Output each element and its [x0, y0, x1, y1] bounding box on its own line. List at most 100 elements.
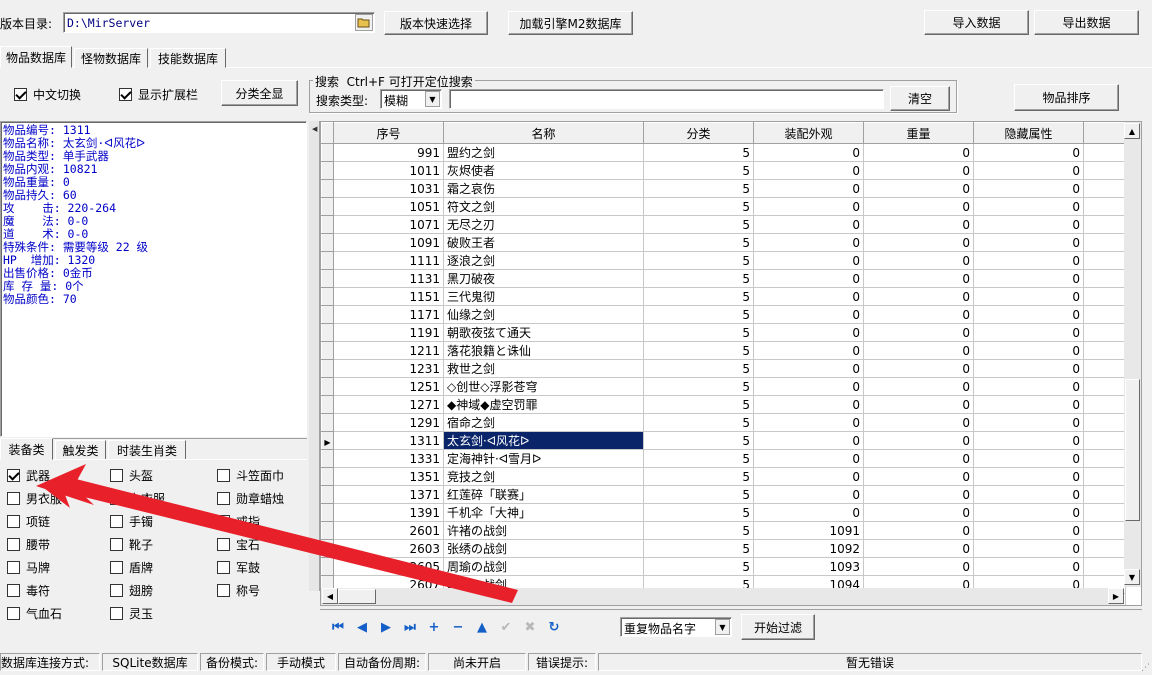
- delete-record-icon[interactable]: −: [446, 620, 470, 635]
- table-cell[interactable]: 1231: [333, 359, 444, 378]
- table-cell[interactable]: 0: [753, 161, 864, 180]
- table-row[interactable]: 1111 逐浪之剑 5 0 0 0: [321, 251, 1126, 270]
- table-cell[interactable]: 1092: [753, 539, 864, 558]
- item-name-cell[interactable]: 逐浪之剑: [443, 251, 644, 270]
- table-cell[interactable]: 5: [643, 323, 754, 342]
- tab-trigger[interactable]: 触发类: [55, 440, 106, 460]
- tab-equipment[interactable]: 装备类: [0, 438, 53, 460]
- table-cell[interactable]: 5: [643, 431, 754, 450]
- column-header[interactable]: 重量: [863, 122, 974, 144]
- table-row[interactable]: 1271 ◆神域◆虚空罚罪 5 0 0 0: [321, 395, 1126, 414]
- category-checkbox[interactable]: 翅膀: [110, 582, 153, 599]
- table-cell[interactable]: 5: [643, 557, 754, 576]
- cancel-record-icon[interactable]: ✖: [518, 620, 542, 635]
- table-cell[interactable]: 0: [973, 467, 1084, 486]
- table-cell[interactable]: 2601: [333, 521, 444, 540]
- table-cell[interactable]: 0: [863, 557, 974, 576]
- item-name-cell[interactable]: 周瑜の战剑: [443, 557, 644, 576]
- category-checkbox[interactable]: 军鼓: [217, 559, 260, 576]
- chevron-down-icon[interactable]: ▼: [425, 91, 440, 107]
- table-cell[interactable]: 5: [643, 449, 754, 468]
- table-cell[interactable]: 1351: [333, 467, 444, 486]
- table-cell[interactable]: 0: [973, 143, 1084, 162]
- table-cell[interactable]: 0: [863, 539, 974, 558]
- folder-browse-button[interactable]: [355, 14, 373, 31]
- table-cell[interactable]: 1311: [333, 431, 444, 450]
- table-cell[interactable]: 5: [643, 251, 754, 270]
- item-name-cell[interactable]: 破败王者: [443, 233, 644, 252]
- table-row[interactable]: 1391 千机伞「大神」 5 0 0 0: [321, 503, 1126, 522]
- table-row[interactable]: 1191 朝歌夜弦て通天 5 0 0 0: [321, 323, 1126, 342]
- splitter[interactable]: ◀: [309, 121, 320, 591]
- table-cell[interactable]: 1131: [333, 269, 444, 288]
- duplicate-filter-select[interactable]: 重复物品名字 ▼: [620, 617, 732, 637]
- column-header[interactable]: 分类: [643, 122, 754, 144]
- table-cell[interactable]: 0: [863, 521, 974, 540]
- table-row[interactable]: 1151 三代鬼彻 5 0 0 0: [321, 287, 1126, 306]
- tab-skills[interactable]: 技能数据库: [150, 48, 226, 68]
- item-name-cell[interactable]: 灰烬使者: [443, 161, 644, 180]
- table-cell[interactable]: 0: [753, 467, 864, 486]
- table-cell[interactable]: 0: [753, 359, 864, 378]
- start-filter-button[interactable]: 开始过滤: [741, 614, 815, 640]
- table-cell[interactable]: 0: [863, 503, 974, 522]
- table-cell[interactable]: 0: [973, 557, 1084, 576]
- table-cell[interactable]: 1091: [753, 521, 864, 540]
- chevron-down-icon[interactable]: ▼: [715, 619, 730, 635]
- table-cell[interactable]: 0: [863, 215, 974, 234]
- table-cell[interactable]: 0: [863, 395, 974, 414]
- table-cell[interactable]: 0: [973, 161, 1084, 180]
- table-cell[interactable]: 5: [643, 359, 754, 378]
- item-name-cell[interactable]: 定海神针·ᐊ雪月ᐅ: [443, 449, 644, 468]
- table-cell[interactable]: 0: [973, 269, 1084, 288]
- table-cell[interactable]: 0: [753, 305, 864, 324]
- table-cell[interactable]: 0: [863, 485, 974, 504]
- item-name-cell[interactable]: 黑刀破夜: [443, 269, 644, 288]
- table-cell[interactable]: 0: [863, 287, 974, 306]
- sort-button[interactable]: 物品排序: [1014, 84, 1119, 111]
- table-cell[interactable]: 0: [753, 287, 864, 306]
- show-all-button[interactable]: 分类全显: [221, 80, 298, 106]
- table-cell[interactable]: 0: [863, 143, 974, 162]
- item-name-cell[interactable]: 三代鬼彻: [443, 287, 644, 306]
- item-name-cell[interactable]: 盟约之剑: [443, 143, 644, 162]
- table-cell[interactable]: 0: [973, 197, 1084, 216]
- refresh-icon[interactable]: ↻: [542, 620, 566, 635]
- category-checkbox[interactable]: 靴子: [110, 536, 153, 553]
- table-cell[interactable]: 5: [643, 269, 754, 288]
- table-row[interactable]: 991 盟约之剑 5 0 0 0: [321, 143, 1126, 162]
- column-header[interactable]: 装配外观: [753, 122, 864, 144]
- horizontal-scrollbar[interactable]: ◀ ▶: [321, 588, 1124, 605]
- table-cell[interactable]: 5: [643, 161, 754, 180]
- table-cell[interactable]: 0: [753, 143, 864, 162]
- item-name-cell[interactable]: 符文之剑: [443, 197, 644, 216]
- table-cell[interactable]: 1271: [333, 395, 444, 414]
- table-cell[interactable]: 1051: [333, 197, 444, 216]
- table-row[interactable]: 1211 落花狼籍と诛仙 5 0 0 0: [321, 341, 1126, 360]
- export-button[interactable]: 导出数据: [1034, 10, 1139, 35]
- category-checkbox[interactable]: 毒符: [7, 582, 50, 599]
- table-cell[interactable]: 0: [973, 377, 1084, 396]
- item-name-cell[interactable]: 太玄剑·ᐊ风花ᐅ: [443, 431, 644, 450]
- table-cell[interactable]: 5: [643, 287, 754, 306]
- table-row[interactable]: 2603 张绣の战剑 5 1092 0 0: [321, 539, 1126, 558]
- table-cell[interactable]: 0: [753, 503, 864, 522]
- load-m2-button[interactable]: 加载引擎M2数据库: [508, 11, 633, 35]
- next-record-icon[interactable]: ▶: [374, 620, 398, 635]
- table-cell[interactable]: 1291: [333, 413, 444, 432]
- table-cell[interactable]: 1331: [333, 449, 444, 468]
- table-cell[interactable]: 0: [863, 305, 974, 324]
- table-row[interactable]: 1131 黑刀破夜 5 0 0 0: [321, 269, 1126, 288]
- table-cell[interactable]: 1093: [753, 557, 864, 576]
- import-button[interactable]: 导入数据: [924, 10, 1029, 35]
- prior-record-icon[interactable]: ◀: [350, 620, 374, 635]
- category-checkbox[interactable]: 武器: [7, 467, 50, 484]
- category-checkbox[interactable]: 项链: [7, 513, 50, 530]
- tab-fashion[interactable]: 时装生肖类: [108, 440, 186, 460]
- item-name-cell[interactable]: 千机伞「大神」: [443, 503, 644, 522]
- scroll-left-icon[interactable]: ◀: [322, 588, 338, 604]
- category-checkbox[interactable]: 勋章蜡烛: [217, 490, 284, 507]
- table-cell[interactable]: 5: [643, 305, 754, 324]
- category-checkbox[interactable]: 手镯: [110, 513, 153, 530]
- item-name-cell[interactable]: 张绣の战剑: [443, 539, 644, 558]
